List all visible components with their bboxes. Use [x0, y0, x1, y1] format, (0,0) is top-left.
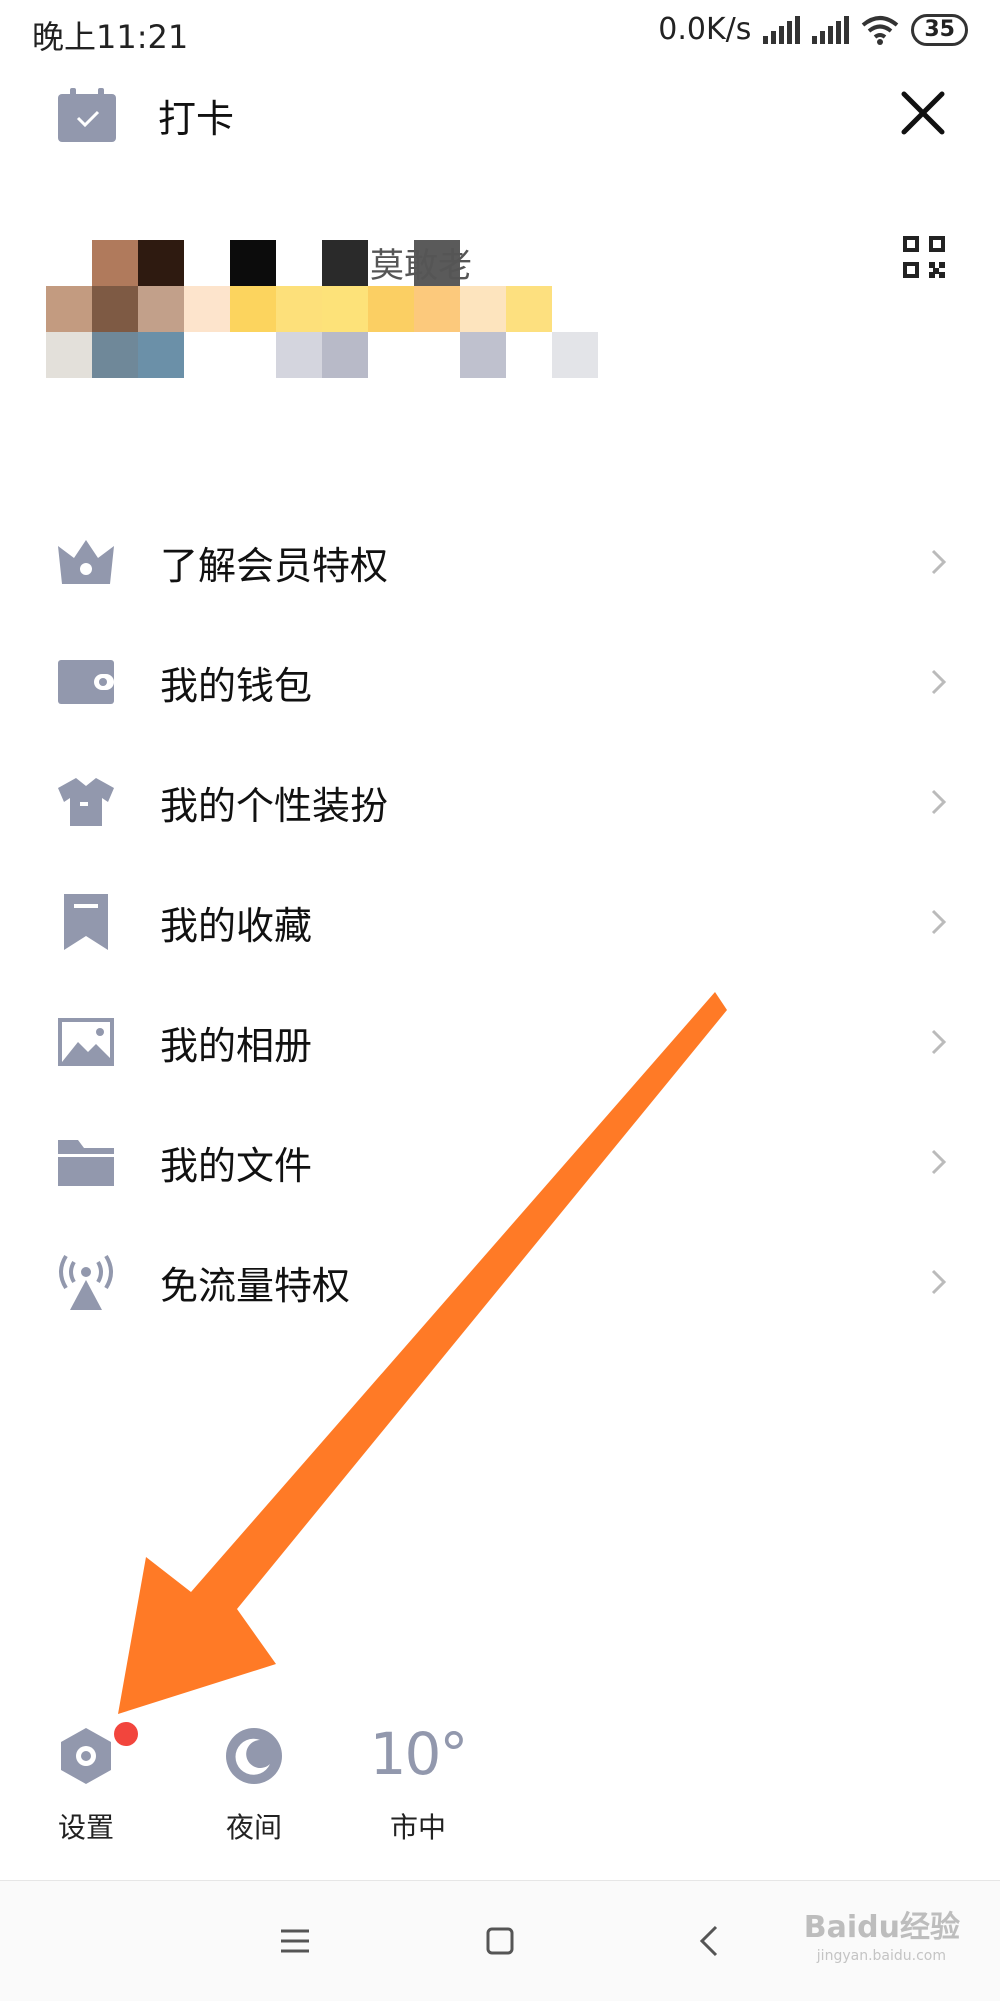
night-mode-shortcut[interactable]: 夜间	[194, 1720, 314, 1860]
menu-lines-icon[interactable]	[275, 1921, 315, 1961]
signal-icon	[763, 15, 801, 44]
crown-icon	[58, 540, 114, 584]
menu-item-label: 我的收藏	[160, 903, 313, 948]
status-time: 晚上11:21	[32, 18, 189, 56]
wifi-icon	[862, 15, 899, 45]
chevron-right-icon	[931, 669, 947, 695]
weather-temperature: 10°	[369, 1720, 469, 1788]
checkin-label[interactable]: 打卡	[158, 88, 234, 143]
chevron-right-icon	[931, 909, 947, 935]
shirt-icon	[58, 778, 114, 826]
menu-item-favorites[interactable]: 我的收藏	[0, 862, 1000, 982]
back-chevron-icon[interactable]	[690, 1921, 730, 1961]
watermark-url: jingyan.baidu.com	[816, 1948, 946, 1964]
menu-item-label: 了解会员特权	[160, 543, 389, 588]
bookmark-icon	[64, 894, 108, 950]
menu-item-free-data[interactable]: 免流量特权	[0, 1222, 1000, 1342]
moon-icon	[226, 1728, 282, 1784]
chevron-right-icon	[931, 1029, 947, 1055]
menu-item-files[interactable]: 我的文件	[0, 1102, 1000, 1222]
weather-city: 市中	[389, 1811, 446, 1844]
chevron-right-icon	[931, 789, 947, 815]
chevron-right-icon	[931, 549, 947, 575]
menu-item-album[interactable]: 我的相册	[0, 982, 1000, 1102]
notification-dot	[114, 1722, 138, 1746]
net-speed: 0.0K/s	[658, 12, 752, 47]
profile-name-fragment: 莫敢老	[370, 246, 472, 286]
menu-item-wallet[interactable]: 我的钱包	[0, 622, 1000, 742]
battery-indicator: 35	[911, 13, 968, 46]
wallet-icon	[58, 660, 114, 704]
menu-item-label: 我的钱包	[160, 663, 313, 708]
menu-item-label: 我的个性装扮	[160, 783, 389, 828]
night-mode-label: 夜间	[225, 1811, 282, 1844]
home-square-icon[interactable]	[480, 1921, 520, 1961]
menu-item-label: 我的相册	[160, 1023, 313, 1068]
chevron-right-icon	[931, 1149, 947, 1175]
chevron-right-icon	[931, 1269, 947, 1295]
folder-icon	[58, 1140, 114, 1186]
calendar-check-icon[interactable]	[58, 88, 116, 142]
settings-label: 设置	[57, 1811, 114, 1844]
menu-item-label: 我的文件	[160, 1143, 313, 1188]
qr-code-icon[interactable]	[903, 236, 945, 278]
menu-item-label: 免流量特权	[160, 1263, 351, 1308]
signal-tower-icon	[59, 1254, 113, 1310]
status-indicators: 0.0K/s 35	[658, 12, 968, 47]
photo-icon	[58, 1018, 114, 1066]
signal-icon-2	[812, 15, 850, 44]
settings-hexagon-icon	[61, 1728, 111, 1784]
menu-item-vip-privileges[interactable]: 了解会员特权	[0, 502, 1000, 622]
profile-pixelated-block[interactable]	[46, 240, 606, 380]
menu-item-personal-dress-up[interactable]: 我的个性装扮	[0, 742, 1000, 862]
close-icon[interactable]	[900, 90, 946, 136]
weather-shortcut[interactable]: 10° 市中	[358, 1720, 478, 1860]
baidu-watermark: Baidu经验	[803, 1910, 960, 1945]
